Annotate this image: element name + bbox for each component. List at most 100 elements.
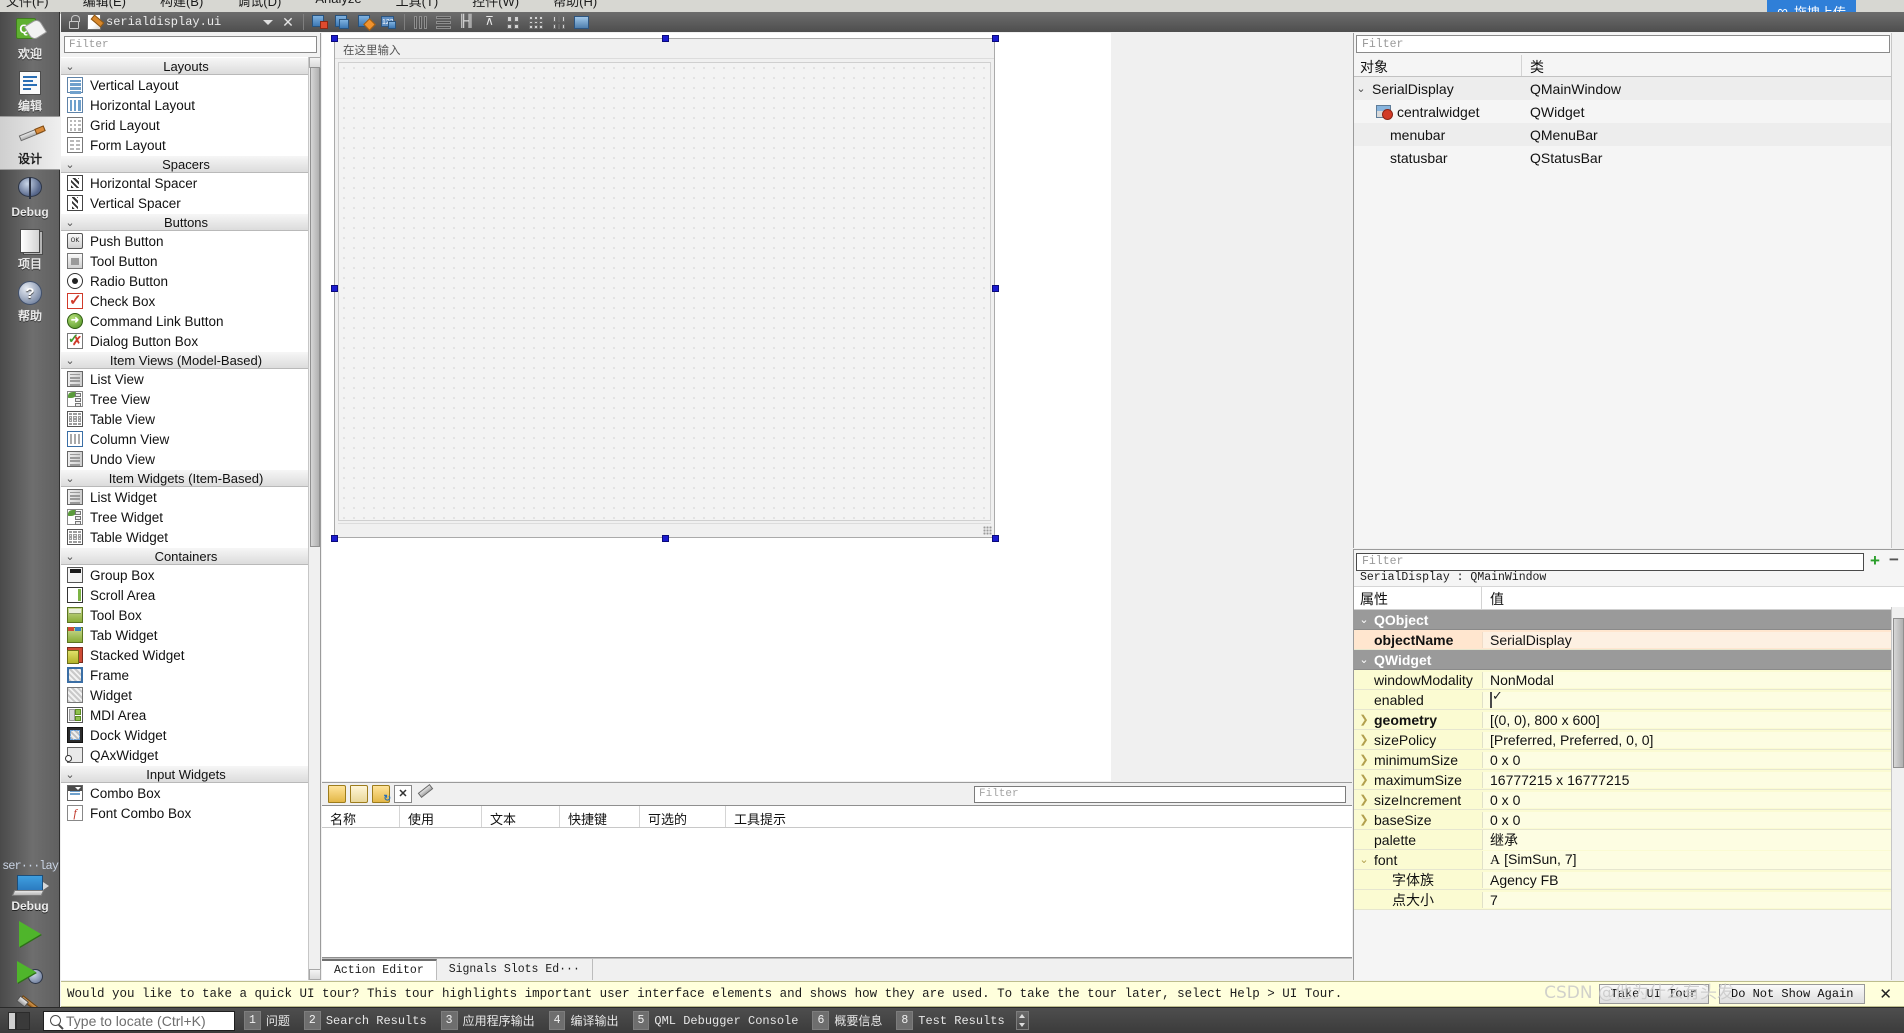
chevron-right-icon[interactable]: ❯ xyxy=(1354,733,1374,746)
widget-item-tool-box[interactable]: Tool Box xyxy=(61,605,309,625)
enabled-checkbox[interactable] xyxy=(1490,691,1492,708)
widget-item-undo-view[interactable]: Undo View xyxy=(61,449,309,469)
edit-tab-order-button[interactable]: 123 xyxy=(378,13,399,31)
output-pane-application-output[interactable]: 3 应用程序输出 xyxy=(440,1010,540,1031)
widget-item-tool-button[interactable]: Tool Button xyxy=(61,251,309,271)
output-pane-search-results[interactable]: 2 Search Results xyxy=(303,1011,432,1030)
chevron-down-icon[interactable] xyxy=(263,19,273,25)
object-col-class[interactable]: 类 xyxy=(1522,55,1904,76)
property-value[interactable] xyxy=(1482,691,1904,708)
widget-item-dock-widget[interactable]: Dock Widget xyxy=(61,725,309,745)
layout-vertically-button[interactable] xyxy=(433,13,454,31)
selection-handle-mr[interactable] xyxy=(992,285,999,292)
object-inspector-scrollbar[interactable] xyxy=(1891,33,1904,548)
mode-debug[interactable]: Debug xyxy=(0,170,60,222)
widget-item-table-widget[interactable]: Table Widget xyxy=(61,527,309,547)
object-row-centralwidget[interactable]: centralwidget QWidget xyxy=(1354,100,1904,123)
chevron-right-icon[interactable]: ❯ xyxy=(1354,793,1374,806)
object-row-statusbar[interactable]: statusbar QStatusBar xyxy=(1354,146,1904,169)
output-pane-test-results[interactable]: 8 Test Results xyxy=(896,1011,1009,1030)
output-pane-qml-debugger-console[interactable]: 5 QML Debugger Console xyxy=(632,1011,804,1030)
close-icon[interactable]: ✕ xyxy=(1875,985,1896,1003)
selection-handle-tc[interactable] xyxy=(662,35,669,42)
widget-item-tab-widget[interactable]: Tab Widget xyxy=(61,625,309,645)
edit-buddies-button[interactable] xyxy=(355,13,376,31)
property-value[interactable]: 0 x 0 xyxy=(1482,811,1904,828)
output-pane-general-messages[interactable]: 6 概要信息 xyxy=(812,1010,887,1031)
property-row-sizepolicy[interactable]: ❯ sizePolicy [Preferred, Preferred, 0, 0… xyxy=(1354,730,1904,750)
property-col-value[interactable]: 值 xyxy=(1482,587,1904,609)
action-col-name[interactable]: 名称 xyxy=(322,806,400,827)
property-row-windowmodality[interactable]: windowModality NonModal xyxy=(1354,670,1904,690)
menu-debug[interactable]: 调试(D) xyxy=(237,0,281,10)
chevron-right-icon[interactable]: ❯ xyxy=(1354,713,1374,726)
widget-item-dialog-button-box[interactable]: ✓ ✗ Dialog Button Box xyxy=(61,331,309,351)
configure-icon[interactable] xyxy=(416,785,434,803)
selection-handle-bc[interactable] xyxy=(662,535,669,542)
property-row-point-size[interactable]: 点大小 7 xyxy=(1354,890,1904,910)
widget-item-scroll-area[interactable]: Scroll Area xyxy=(61,585,309,605)
menu-tools[interactable]: 工具(T) xyxy=(396,0,439,10)
menu-analyze[interactable]: Analyze xyxy=(315,0,361,10)
action-col-shortcut[interactable]: 快捷键 xyxy=(560,806,640,827)
selection-handle-tr[interactable] xyxy=(992,35,999,42)
chevron-right-icon[interactable]: ❯ xyxy=(1354,813,1374,826)
property-row-basesize[interactable]: ❯ baseSize 0 x 0 xyxy=(1354,810,1904,830)
widget-item-group-box[interactable]: Group Box xyxy=(61,565,309,585)
object-row-menubar[interactable]: menubar QMenuBar xyxy=(1354,123,1904,146)
kit-selector[interactable]: Debug xyxy=(0,873,60,915)
widget-item-list-view[interactable]: List View xyxy=(61,369,309,389)
output-pane-compile-output[interactable]: 4 编译输出 xyxy=(548,1010,624,1031)
action-editor-filter[interactable]: Filter xyxy=(974,785,1346,803)
selection-handle-br[interactable] xyxy=(992,535,999,542)
property-value[interactable]: 7 xyxy=(1482,891,1904,908)
menu-edit[interactable]: 编辑(E) xyxy=(83,0,126,10)
paste-action-icon[interactable]: ↻ xyxy=(372,785,391,803)
widget-item-frame[interactable]: Frame xyxy=(61,665,309,685)
widget-item-form-layout[interactable]: Form Layout xyxy=(61,135,309,155)
mode-edit[interactable]: 编辑 xyxy=(0,64,60,116)
edit-widgets-button[interactable] xyxy=(309,13,330,31)
widget-box-filter[interactable]: Filter xyxy=(64,36,317,53)
mode-projects[interactable]: 项目 xyxy=(0,222,60,274)
start-debugging-button[interactable] xyxy=(0,953,60,991)
widget-category-item-widgets[interactable]: ⌄ Item Widgets (Item-Based) xyxy=(61,469,309,487)
locate-input[interactable]: Type to locate (Ctrl+K) xyxy=(43,1010,235,1031)
property-row-objectname[interactable]: objectName SerialDisplay xyxy=(1354,630,1904,650)
edit-signals-slots-button[interactable] xyxy=(332,13,353,31)
form-menubar[interactable]: 在这里输入 xyxy=(335,39,994,59)
remove-dynamic-property-button[interactable]: − xyxy=(1886,551,1902,570)
layout-splitter-h-button[interactable]: ╟╢ xyxy=(456,13,477,31)
widget-category-containers[interactable]: ⌄ Containers xyxy=(61,547,309,565)
output-pane-issues[interactable]: 1 问题 xyxy=(244,1010,295,1031)
mode-design[interactable]: 设计 xyxy=(0,116,60,170)
widget-item-push-button[interactable]: OK Push Button xyxy=(61,231,309,251)
run-button[interactable] xyxy=(0,915,60,953)
widget-item-check-box[interactable]: Check Box xyxy=(61,291,309,311)
widget-item-column-view[interactable]: Column View xyxy=(61,429,309,449)
action-col-text[interactable]: 文本 xyxy=(482,806,560,827)
add-dynamic-property-button[interactable]: + xyxy=(1867,552,1883,570)
form-centralwidget[interactable] xyxy=(338,62,991,521)
widget-item-grid-layout[interactable]: Grid Layout xyxy=(61,115,309,135)
close-document-button[interactable]: ✕ xyxy=(277,14,299,31)
widget-item-list-widget[interactable]: List Widget xyxy=(61,487,309,507)
new-action-icon[interactable] xyxy=(328,785,346,803)
property-value[interactable]: NonModal xyxy=(1482,671,1904,688)
output-pane-spinner[interactable] xyxy=(1015,1011,1029,1030)
form-editor-canvas[interactable]: 在这里输入 xyxy=(322,33,1111,781)
widget-item-radio-button[interactable]: Radio Button xyxy=(61,271,309,291)
selection-handle-tl[interactable] xyxy=(331,35,338,42)
lock-icon[interactable] xyxy=(67,14,81,30)
object-inspector-filter[interactable]: Filter xyxy=(1356,35,1890,53)
widget-item-vertical-layout[interactable]: Vertical Layout xyxy=(61,75,309,95)
action-col-tooltip[interactable]: 工具提示 xyxy=(726,806,834,827)
widget-item-table-view[interactable]: Table View xyxy=(61,409,309,429)
widget-item-horizontal-spacer[interactable]: Horizontal Spacer xyxy=(61,173,309,193)
layout-grid-button[interactable] xyxy=(525,13,546,31)
action-col-checkable[interactable]: 可选的 xyxy=(640,806,726,827)
tab-action-editor[interactable]: Action Editor xyxy=(322,959,437,980)
scroll-down-arrow-icon[interactable] xyxy=(309,969,321,980)
widget-category-item-views[interactable]: ⌄ Item Views (Model-Based) xyxy=(61,351,309,369)
layout-form-button[interactable] xyxy=(502,13,523,31)
